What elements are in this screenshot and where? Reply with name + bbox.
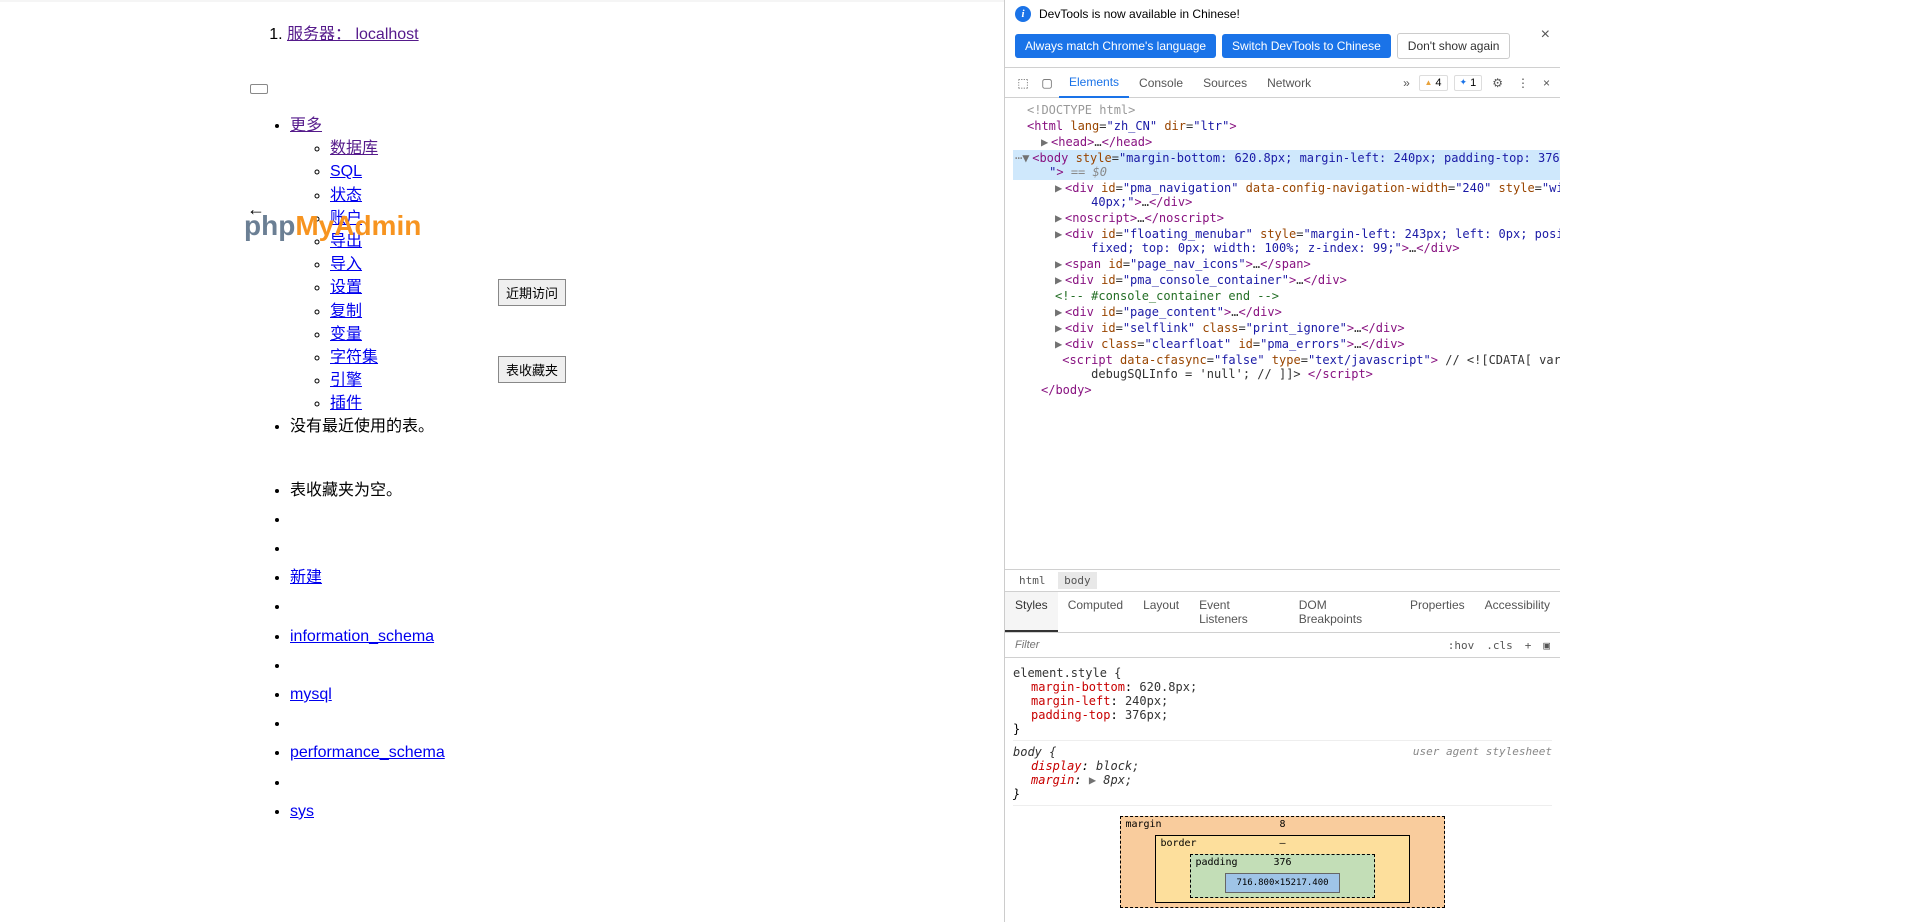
selected-body-element[interactable]: ⋯▼<body style="margin-bottom: 620.8px; m…: [1013, 150, 1560, 180]
devtools-banner: i DevTools is now available in Chinese! …: [1005, 0, 1560, 29]
inspect-icon[interactable]: ⬚: [1011, 76, 1035, 90]
submenu-item-0[interactable]: 数据库: [330, 140, 378, 157]
submenu-item-11[interactable]: 插件: [330, 395, 362, 412]
styles-tab-event-listeners[interactable]: Event Listeners: [1189, 592, 1289, 632]
recent-button[interactable]: 近期访问: [498, 279, 566, 306]
dont-show-button[interactable]: Don't show again: [1397, 33, 1511, 59]
db-link-sys[interactable]: sys: [290, 803, 314, 820]
styles-tab-accessibility[interactable]: Accessibility: [1475, 592, 1560, 632]
always-match-button[interactable]: Always match Chrome's language: [1015, 34, 1216, 58]
styles-tab-dom-breakpoints[interactable]: DOM Breakpoints: [1289, 592, 1400, 632]
devtools-tab-elements[interactable]: Elements: [1059, 68, 1129, 98]
sidebar-toggle-icon[interactable]: ▣: [1539, 637, 1554, 654]
menu-dots-icon[interactable]: ⋮: [1513, 76, 1533, 90]
back-arrow-icon[interactable]: ←: [247, 199, 265, 220]
submenu-item-5[interactable]: 导入: [330, 256, 362, 273]
submenu-item-4[interactable]: 导出: [330, 233, 362, 250]
styles-filter-input[interactable]: [1011, 635, 1444, 655]
favorites-button[interactable]: 表收藏夹: [498, 356, 566, 383]
elements-tree[interactable]: <!DOCTYPE html> <html lang="zh_CN" dir="…: [1005, 98, 1560, 569]
info-icon: i: [1015, 6, 1031, 22]
add-rule-icon[interactable]: +: [1521, 637, 1536, 654]
devtools-close-icon[interactable]: ×: [1539, 76, 1554, 90]
page-content-panel: 服务器： localhost ← phpMyAdmin 更多 数据库 SQL 状…: [0, 0, 1004, 922]
favorites-empty-text: 表收藏夹为空。: [290, 482, 402, 499]
switch-chinese-button[interactable]: Switch DevTools to Chinese: [1222, 34, 1391, 58]
styles-tab-styles[interactable]: Styles: [1005, 592, 1058, 632]
css-rules-panel[interactable]: element.style { margin-bottom: 620.8px;m…: [1005, 658, 1560, 922]
more-tabs-icon[interactable]: »: [1395, 76, 1419, 90]
submenu-item-1[interactable]: SQL: [330, 163, 362, 180]
breadcrumb-body[interactable]: body: [1058, 572, 1097, 589]
no-recent-text: 没有最近使用的表。: [290, 415, 434, 438]
hov-toggle[interactable]: :hov: [1444, 637, 1479, 654]
breadcrumb-html[interactable]: html: [1013, 572, 1052, 589]
db-link-performance-schema[interactable]: performance_schema: [290, 744, 445, 761]
issues-badge[interactable]: 1: [1454, 75, 1483, 91]
box-model-diagram: margin 8 border – padding 376 716.800×15…: [1013, 806, 1552, 918]
devtools-toolbar: ⬚ ▢ ElementsConsoleSourcesNetwork » 4 1 …: [1005, 68, 1560, 98]
menu-more[interactable]: 更多: [290, 117, 322, 134]
elements-breadcrumb: html body: [1005, 569, 1560, 592]
server-breadcrumb: 服务器： localhost: [287, 20, 1004, 44]
devtools-tab-sources[interactable]: Sources: [1193, 69, 1257, 97]
styles-tab-computed[interactable]: Computed: [1058, 592, 1133, 632]
devtools-panel: i DevTools is now available in Chinese! …: [1004, 0, 1560, 922]
styles-tab-properties[interactable]: Properties: [1400, 592, 1475, 632]
cls-toggle[interactable]: .cls: [1482, 637, 1517, 654]
styles-tabs: StylesComputedLayoutEvent ListenersDOM B…: [1005, 592, 1560, 633]
server-link[interactable]: 服务器： localhost: [287, 26, 419, 43]
banner-text: DevTools is now available in Chinese!: [1039, 7, 1240, 21]
settings-icon[interactable]: ⚙: [1488, 76, 1507, 90]
db-link-information-schema[interactable]: information_schema: [290, 628, 434, 645]
db-link-mysql[interactable]: mysql: [290, 686, 332, 703]
warnings-badge[interactable]: 4: [1419, 75, 1448, 91]
submenu-item-3[interactable]: 账户: [330, 210, 362, 227]
db-link-new[interactable]: 新建: [290, 569, 322, 586]
banner-close-icon[interactable]: ×: [1541, 26, 1550, 44]
device-icon[interactable]: ▢: [1035, 76, 1059, 90]
collapse-toggle[interactable]: [250, 84, 268, 94]
styles-filter-bar: :hov .cls + ▣: [1005, 633, 1560, 658]
devtools-tab-network[interactable]: Network: [1257, 69, 1321, 97]
devtools-tab-console[interactable]: Console: [1129, 69, 1193, 97]
styles-tab-layout[interactable]: Layout: [1133, 592, 1189, 632]
submenu-item-8[interactable]: 变量: [330, 326, 362, 343]
submenu-item-2[interactable]: 状态: [330, 187, 362, 204]
